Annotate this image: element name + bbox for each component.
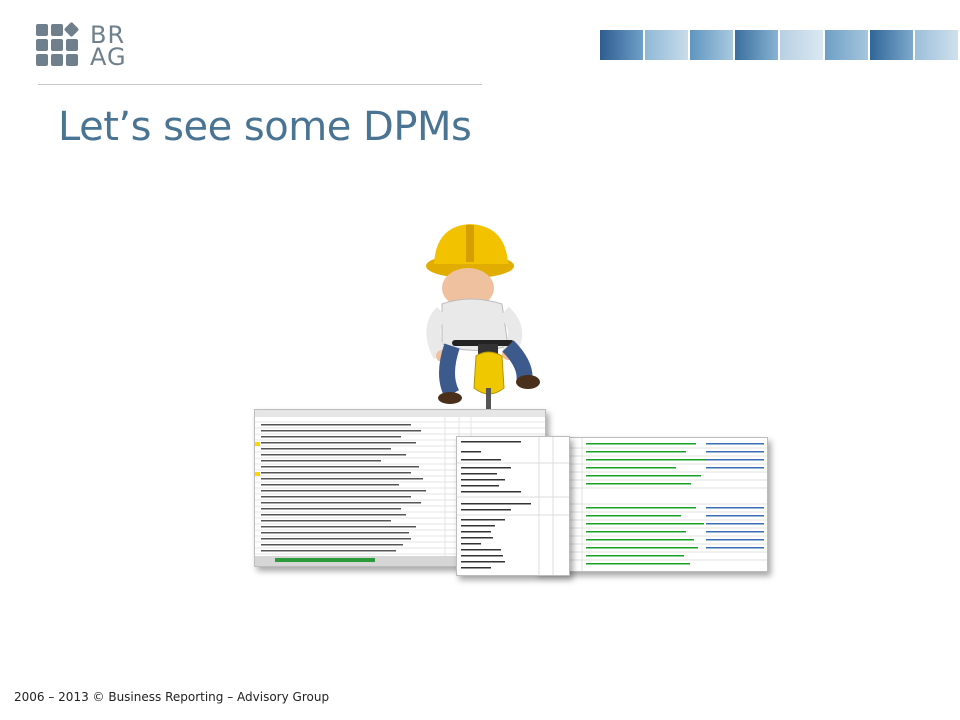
title-divider <box>38 84 482 85</box>
footer-copyright: 2006 – 2013 © Business Reporting – Advis… <box>14 690 330 704</box>
header-decorative-band <box>600 30 960 60</box>
spreadsheet-icon <box>457 437 569 575</box>
logo-line-2: AG <box>90 43 127 71</box>
spreadsheet-icon <box>536 438 767 571</box>
spreadsheet-front-left <box>456 436 570 576</box>
brag-logo: BR AG <box>36 21 176 74</box>
slide-title: Let’s see some DPMs <box>58 104 472 150</box>
logo-wordmark: BR AG <box>90 23 127 71</box>
logo-grid-icon <box>36 21 82 70</box>
